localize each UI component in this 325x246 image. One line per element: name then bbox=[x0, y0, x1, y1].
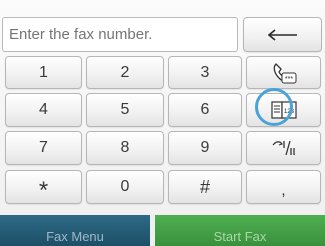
fax-number-input[interactable] bbox=[2, 17, 238, 52]
speed-dial-icon: *** bbox=[271, 61, 297, 85]
fax-phonebook-button[interactable]: 123 bbox=[246, 93, 321, 127]
key-hash[interactable]: # bbox=[168, 170, 242, 204]
key-7[interactable]: 7 bbox=[5, 131, 82, 165]
key-3[interactable]: 3 bbox=[168, 56, 242, 89]
key-1[interactable]: 1 bbox=[5, 56, 82, 89]
key-comma[interactable]: , bbox=[246, 170, 321, 204]
key-6[interactable]: 6 bbox=[168, 93, 242, 127]
key-5[interactable]: 5 bbox=[86, 93, 164, 127]
fax-keypad-screen: 1 2 3 *** 4 5 6 123 7 8 9 bbox=[0, 0, 325, 246]
svg-text:***: *** bbox=[284, 76, 292, 83]
fax-phonebook-icon: 123 bbox=[270, 100, 297, 120]
speed-dial-button[interactable]: *** bbox=[246, 56, 321, 89]
backspace-button[interactable] bbox=[243, 17, 322, 52]
start-fax-label: Start Fax bbox=[213, 229, 267, 244]
redial-pause-button[interactable] bbox=[246, 131, 321, 165]
key-8[interactable]: 8 bbox=[86, 131, 164, 165]
key-star[interactable]: * bbox=[5, 170, 82, 204]
key-0[interactable]: 0 bbox=[86, 170, 164, 204]
key-4[interactable]: 4 bbox=[5, 93, 82, 127]
key-2[interactable]: 2 bbox=[86, 56, 164, 89]
fax-menu-button[interactable]: Fax Menu bbox=[0, 215, 150, 246]
key-9[interactable]: 9 bbox=[168, 131, 242, 165]
svg-text:123: 123 bbox=[283, 109, 294, 115]
redial-pause-icon bbox=[270, 138, 298, 158]
start-fax-button[interactable]: Start Fax bbox=[155, 215, 325, 246]
fax-menu-label: Fax Menu bbox=[46, 229, 104, 244]
backspace-arrow-icon bbox=[267, 28, 298, 41]
